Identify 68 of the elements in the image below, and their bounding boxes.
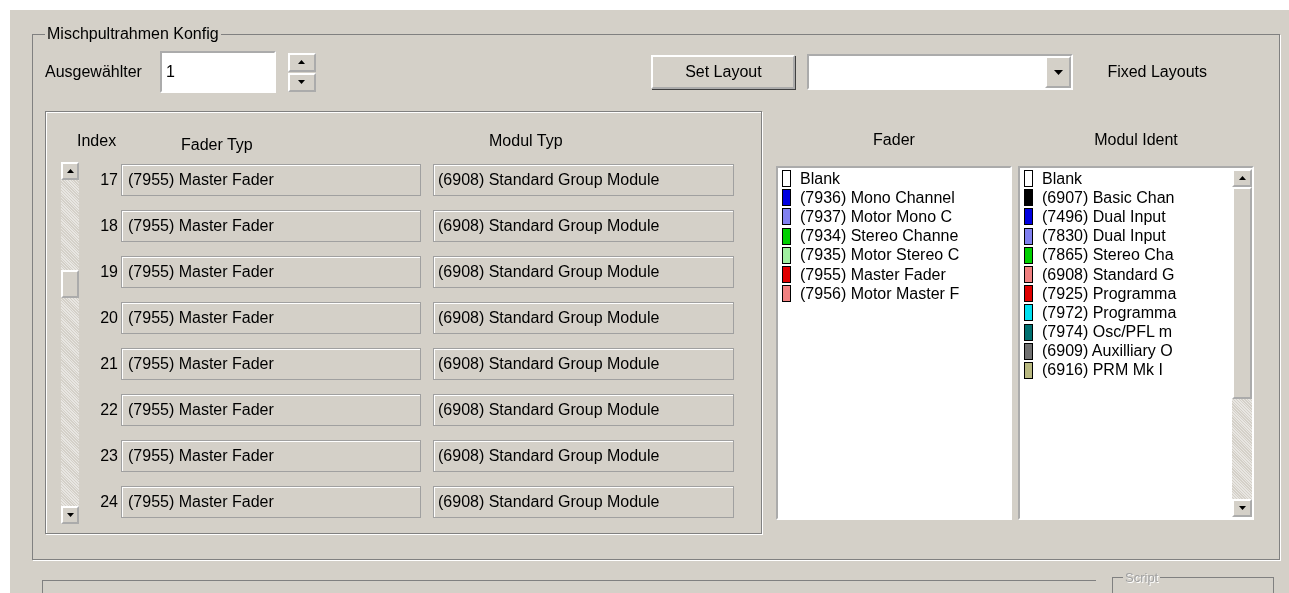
list-item[interactable]: (6909) Auxilliary O xyxy=(1042,342,1175,361)
caret-icon xyxy=(1053,69,1063,75)
down-arrow-icon xyxy=(298,80,306,84)
row-index: 17 xyxy=(99,171,119,189)
row-index: 21 xyxy=(99,355,119,373)
row-index: 19 xyxy=(99,263,119,281)
list-item[interactable]: (6907) Basic Chan xyxy=(1042,188,1177,207)
list-item[interactable]: (7956) Motor Master F xyxy=(800,284,962,303)
list-item[interactable]: (7925) Programma xyxy=(1042,284,1179,303)
fader-type-field: (7955) Master Fader xyxy=(121,486,421,518)
fader-type-field: (7955) Master Fader xyxy=(121,440,421,472)
fader-type-field: (7955) Master Fader xyxy=(121,394,421,426)
fixed-layouts-label: Fixed Layouts xyxy=(1107,63,1207,81)
list-title: Modul Ident xyxy=(1094,130,1178,150)
module-type-field: (6908) Standard Group Module xyxy=(433,394,734,426)
spin-down-button[interactable] xyxy=(287,72,316,92)
module-type-field: (6908) Standard Group Module xyxy=(433,302,734,334)
module-type-field: (6908) Standard Group Module xyxy=(433,210,734,242)
row-index: 23 xyxy=(99,447,119,465)
down-arrow-icon xyxy=(66,513,74,517)
module-type-field: (6908) Standard Group Module xyxy=(433,440,734,472)
selector-label: Ausgewählter xyxy=(45,63,142,81)
fader-type-field: (7955) Master Fader xyxy=(121,164,421,196)
list-item[interactable]: (7972) Programma xyxy=(1042,303,1179,322)
set-layout-button[interactable]: Set Layout xyxy=(651,55,796,89)
list-item[interactable]: Blank xyxy=(800,169,843,188)
module-type-field: (6908) Standard Group Module xyxy=(433,486,734,518)
up-arrow-icon xyxy=(298,60,306,64)
list-item[interactable]: (7935) Motor Stereo C xyxy=(800,246,962,265)
list-item[interactable]: (6916) PRM Mk I xyxy=(1042,361,1165,380)
row-index: 20 xyxy=(99,309,119,327)
list-item[interactable]: (7830) Dual Input xyxy=(1042,227,1168,246)
list-item[interactable]: (7955) Master Fader xyxy=(800,265,948,284)
list-title: Fader xyxy=(873,130,915,150)
fader-type-field: (7955) Master Fader xyxy=(121,210,421,242)
row-index: 22 xyxy=(99,401,119,419)
up-arrow-icon xyxy=(1238,176,1246,180)
up-arrow-icon xyxy=(66,169,74,173)
scrollbar-thumb[interactable] xyxy=(61,270,79,298)
spin-up-button[interactable] xyxy=(287,52,316,72)
list-item[interactable]: Blank xyxy=(1042,169,1085,188)
selector-field[interactable]: 1 xyxy=(159,51,276,93)
down-arrow-icon xyxy=(1238,506,1246,510)
list-item[interactable]: (7865) Stereo Cha xyxy=(1042,246,1176,265)
scrollbar-thumb[interactable] xyxy=(1232,187,1252,399)
list-item[interactable]: (7937) Motor Mono C xyxy=(800,207,955,226)
column-header: Modul Typ xyxy=(488,132,563,150)
module-list[interactable]: Blank (6907) Basic Chan (7496) Dual Input (7830) Dual Input (7865) Stereo Cha (6908) Standard G (7925) Programma (7972) Programma (7974) Osc/PFL m (6909) Auxilliary O (6916) PRM Mk I xyxy=(1018,166,1254,520)
fixed-layouts-dropdown[interactable] xyxy=(807,54,1074,90)
list-item[interactable]: (7974) Osc/PFL m xyxy=(1042,323,1175,342)
list-item[interactable]: (7934) Stereo Channe xyxy=(800,227,961,246)
group-title: Mischpultrahmen Konfig xyxy=(46,25,220,43)
column-header: Index xyxy=(76,132,118,150)
module-type-field: (6908) Standard Group Module xyxy=(433,256,734,288)
row-index: 24 xyxy=(99,493,119,511)
module-type-field: (6908) Standard Group Module xyxy=(433,164,734,196)
vertical-scrollbar[interactable] xyxy=(1232,169,1252,517)
fader-type-field: (7955) Master Fader xyxy=(121,256,421,288)
column-header: Fader Typ xyxy=(180,135,254,154)
list-item[interactable]: (6908) Standard G xyxy=(1042,265,1177,284)
fader-type-field: (7955) Master Fader xyxy=(121,348,421,380)
fader-type-field: (7955) Master Fader xyxy=(121,302,421,334)
list-item[interactable]: (7496) Dual Input xyxy=(1042,207,1168,226)
vertical-scrollbar[interactable] xyxy=(61,162,79,524)
fader-list[interactable]: Blank (7936) Mono Channel (7937) Motor Mono C (7934) Stereo Channe (7935) Motor Stereo C (7955) Master Fader (7956) Motor Master F xyxy=(776,166,1012,520)
row-index: 18 xyxy=(99,217,119,235)
module-type-field: (6908) Standard Group Module xyxy=(433,348,734,380)
list-item[interactable]: (7936) Mono Channel xyxy=(800,188,957,207)
